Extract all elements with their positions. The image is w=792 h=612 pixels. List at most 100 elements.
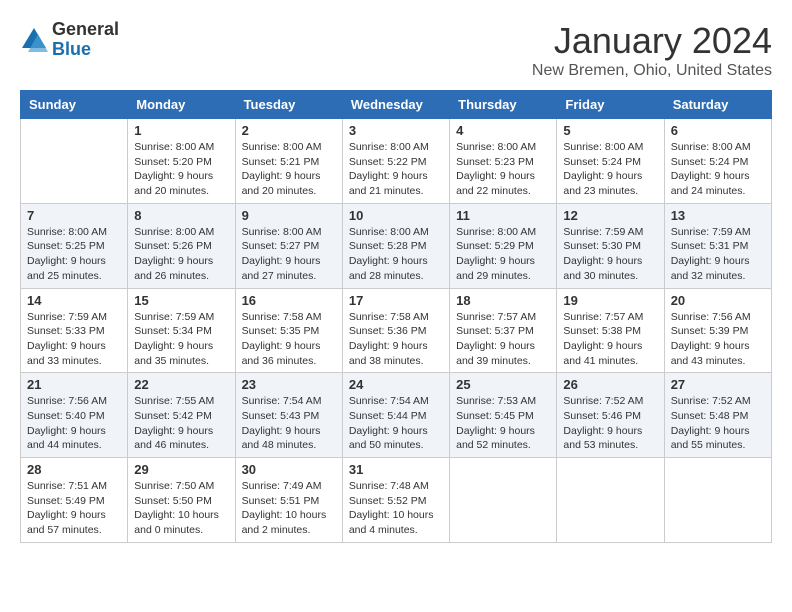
day-info: Sunrise: 8:00 AMSunset: 5:26 PMDaylight:… [134, 225, 228, 284]
day-number: 8 [134, 208, 228, 223]
day-number: 4 [456, 123, 550, 138]
day-info: Sunrise: 7:51 AMSunset: 5:49 PMDaylight:… [27, 479, 121, 538]
day-info: Sunrise: 7:59 AMSunset: 5:34 PMDaylight:… [134, 310, 228, 369]
month-title: January 2024 [532, 20, 772, 62]
day-number: 10 [349, 208, 443, 223]
day-number: 30 [242, 462, 336, 477]
day-number: 12 [563, 208, 657, 223]
day-number: 15 [134, 293, 228, 308]
day-info: Sunrise: 7:52 AMSunset: 5:46 PMDaylight:… [563, 394, 657, 453]
day-info: Sunrise: 8:00 AMSunset: 5:24 PMDaylight:… [671, 140, 765, 199]
calendar-cell: 3 Sunrise: 8:00 AMSunset: 5:22 PMDaylight… [342, 119, 449, 204]
day-info: Sunrise: 7:59 AMSunset: 5:30 PMDaylight:… [563, 225, 657, 284]
header-day-tuesday: Tuesday [235, 91, 342, 119]
calendar-week-row: 14 Sunrise: 7:59 AMSunset: 5:33 PMDayligh… [21, 288, 772, 373]
calendar-week-row: 7 Sunrise: 8:00 AMSunset: 5:25 PMDaylight… [21, 203, 772, 288]
day-number: 19 [563, 293, 657, 308]
day-number: 6 [671, 123, 765, 138]
day-info: Sunrise: 7:59 AMSunset: 5:33 PMDaylight:… [27, 310, 121, 369]
day-info: Sunrise: 7:58 AMSunset: 5:35 PMDaylight:… [242, 310, 336, 369]
day-info: Sunrise: 8:00 AMSunset: 5:27 PMDaylight:… [242, 225, 336, 284]
logo-icon [20, 26, 48, 54]
logo-text: General Blue [52, 20, 119, 60]
day-number: 14 [27, 293, 121, 308]
calendar-cell: 16 Sunrise: 7:58 AMSunset: 5:35 PMDayligh… [235, 288, 342, 373]
calendar-cell: 1 Sunrise: 8:00 AMSunset: 5:20 PMDaylight… [128, 119, 235, 204]
day-number: 5 [563, 123, 657, 138]
day-number: 2 [242, 123, 336, 138]
day-number: 9 [242, 208, 336, 223]
day-number: 7 [27, 208, 121, 223]
day-info: Sunrise: 7:52 AMSunset: 5:48 PMDaylight:… [671, 394, 765, 453]
day-number: 20 [671, 293, 765, 308]
calendar-cell [21, 119, 128, 204]
calendar-cell [557, 458, 664, 543]
calendar-header-row: SundayMondayTuesdayWednesdayThursdayFrid… [21, 91, 772, 119]
calendar-cell: 9 Sunrise: 8:00 AMSunset: 5:27 PMDaylight… [235, 203, 342, 288]
calendar-cell: 26 Sunrise: 7:52 AMSunset: 5:46 PMDayligh… [557, 373, 664, 458]
location-subtitle: New Bremen, Ohio, United States [532, 62, 772, 80]
day-number: 17 [349, 293, 443, 308]
calendar-cell: 28 Sunrise: 7:51 AMSunset: 5:49 PMDayligh… [21, 458, 128, 543]
day-number: 13 [671, 208, 765, 223]
calendar-week-row: 21 Sunrise: 7:56 AMSunset: 5:40 PMDayligh… [21, 373, 772, 458]
day-info: Sunrise: 7:57 AMSunset: 5:37 PMDaylight:… [456, 310, 550, 369]
day-info: Sunrise: 8:00 AMSunset: 5:25 PMDaylight:… [27, 225, 121, 284]
day-info: Sunrise: 7:48 AMSunset: 5:52 PMDaylight:… [349, 479, 443, 538]
day-info: Sunrise: 8:00 AMSunset: 5:23 PMDaylight:… [456, 140, 550, 199]
calendar-cell: 12 Sunrise: 7:59 AMSunset: 5:30 PMDayligh… [557, 203, 664, 288]
calendar-cell: 11 Sunrise: 8:00 AMSunset: 5:29 PMDayligh… [450, 203, 557, 288]
day-info: Sunrise: 8:00 AMSunset: 5:20 PMDaylight:… [134, 140, 228, 199]
day-info: Sunrise: 7:56 AMSunset: 5:40 PMDaylight:… [27, 394, 121, 453]
page-header: General Blue January 2024 New Bremen, Oh… [20, 20, 772, 80]
day-info: Sunrise: 8:00 AMSunset: 5:22 PMDaylight:… [349, 140, 443, 199]
day-number: 28 [27, 462, 121, 477]
day-info: Sunrise: 8:00 AMSunset: 5:29 PMDaylight:… [456, 225, 550, 284]
day-number: 11 [456, 208, 550, 223]
calendar-cell: 24Sunrise: 7:54 AMSunset: 5:44 PMDayligh… [342, 373, 449, 458]
day-number: 22 [134, 377, 228, 392]
calendar-cell: 8 Sunrise: 8:00 AMSunset: 5:26 PMDaylight… [128, 203, 235, 288]
calendar-cell: 23Sunrise: 7:54 AMSunset: 5:43 PMDayligh… [235, 373, 342, 458]
day-info: Sunrise: 7:59 AMSunset: 5:31 PMDaylight:… [671, 225, 765, 284]
logo: General Blue [20, 20, 119, 60]
day-info: Sunrise: 8:00 AMSunset: 5:24 PMDaylight:… [563, 140, 657, 199]
day-number: 16 [242, 293, 336, 308]
day-info: Sunrise: 7:50 AMSunset: 5:50 PMDaylight:… [134, 479, 228, 538]
day-info: Sunrise: 7:56 AMSunset: 5:39 PMDaylight:… [671, 310, 765, 369]
header-day-thursday: Thursday [450, 91, 557, 119]
day-number: 21 [27, 377, 121, 392]
day-number: 26 [563, 377, 657, 392]
calendar-cell: 17 Sunrise: 7:58 AMSunset: 5:36 PMDayligh… [342, 288, 449, 373]
calendar-table: SundayMondayTuesdayWednesdayThursdayFrid… [20, 90, 772, 543]
day-info: Sunrise: 7:58 AMSunset: 5:36 PMDaylight:… [349, 310, 443, 369]
calendar-cell: 4 Sunrise: 8:00 AMSunset: 5:23 PMDaylight… [450, 119, 557, 204]
day-info: Sunrise: 7:49 AMSunset: 5:51 PMDaylight:… [242, 479, 336, 538]
calendar-cell: 2Sunrise: 8:00 AMSunset: 5:21 PMDaylight… [235, 119, 342, 204]
day-info: Sunrise: 7:57 AMSunset: 5:38 PMDaylight:… [563, 310, 657, 369]
calendar-cell: 13 Sunrise: 7:59 AMSunset: 5:31 PMDayligh… [664, 203, 771, 288]
calendar-cell: 6 Sunrise: 8:00 AMSunset: 5:24 PMDaylight… [664, 119, 771, 204]
day-number: 31 [349, 462, 443, 477]
day-number: 1 [134, 123, 228, 138]
calendar-cell: 22 Sunrise: 7:55 AMSunset: 5:42 PMDayligh… [128, 373, 235, 458]
day-number: 23 [242, 377, 336, 392]
day-number: 24 [349, 377, 443, 392]
calendar-cell [664, 458, 771, 543]
calendar-cell: 14 Sunrise: 7:59 AMSunset: 5:33 PMDayligh… [21, 288, 128, 373]
calendar-cell: 30 Sunrise: 7:49 AMSunset: 5:51 PMDayligh… [235, 458, 342, 543]
day-number: 3 [349, 123, 443, 138]
calendar-cell: 15 Sunrise: 7:59 AMSunset: 5:34 PMDayligh… [128, 288, 235, 373]
calendar-cell: 7 Sunrise: 8:00 AMSunset: 5:25 PMDaylight… [21, 203, 128, 288]
day-info: Sunrise: 7:55 AMSunset: 5:42 PMDaylight:… [134, 394, 228, 453]
day-number: 27 [671, 377, 765, 392]
day-info: Sunrise: 7:53 AMSunset: 5:45 PMDaylight:… [456, 394, 550, 453]
title-block: January 2024 New Bremen, Ohio, United St… [532, 20, 772, 80]
day-number: 25 [456, 377, 550, 392]
calendar-cell [450, 458, 557, 543]
calendar-cell: 29Sunrise: 7:50 AMSunset: 5:50 PMDayligh… [128, 458, 235, 543]
calendar-cell: 18 Sunrise: 7:57 AMSunset: 5:37 PMDayligh… [450, 288, 557, 373]
header-day-wednesday: Wednesday [342, 91, 449, 119]
day-number: 18 [456, 293, 550, 308]
calendar-cell: 19 Sunrise: 7:57 AMSunset: 5:38 PMDayligh… [557, 288, 664, 373]
